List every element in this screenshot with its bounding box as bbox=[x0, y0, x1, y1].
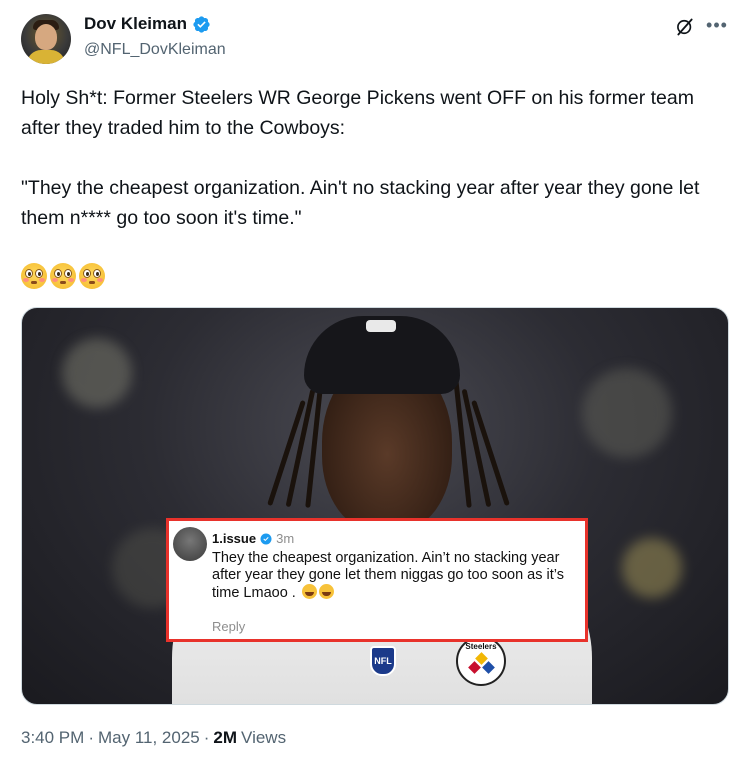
comment-reply-label: Reply bbox=[212, 619, 246, 634]
tweet-emojis bbox=[21, 263, 105, 289]
comment-text: They the cheapest organization. Ain’t no… bbox=[212, 550, 582, 602]
steelers-logo: Steelers bbox=[456, 636, 506, 686]
tweet: Dov Kleiman @NFL_DovKleiman ••• Holy Sh*… bbox=[0, 0, 747, 767]
author-display-name[interactable]: Dov Kleiman bbox=[84, 14, 187, 34]
views-count[interactable]: 2M bbox=[213, 728, 237, 748]
more-options-icon[interactable]: ••• bbox=[706, 14, 728, 36]
media-image[interactable]: NFL Steelers 1.issue 3m They the cheapes… bbox=[21, 307, 729, 705]
author-name-row: Dov Kleiman bbox=[84, 14, 211, 34]
highlighted-comment: 1.issue 3m They the cheapest organizatio… bbox=[166, 518, 588, 642]
author-avatar[interactable] bbox=[21, 14, 71, 64]
comment-username: 1.issue bbox=[212, 531, 257, 546]
comment-user-row: 1.issue 3m bbox=[212, 531, 294, 546]
meta-separator: · bbox=[88, 728, 94, 747]
grok-icon[interactable] bbox=[675, 17, 695, 37]
post-time[interactable]: 3:40 PM bbox=[21, 728, 84, 748]
tears-of-joy-emoji-icon bbox=[318, 584, 334, 599]
flushed-face-emoji-icon bbox=[50, 263, 76, 289]
steelers-logo-text: Steelers bbox=[465, 642, 497, 651]
comment-time: 3m bbox=[276, 531, 295, 546]
flushed-face-emoji-icon bbox=[21, 263, 47, 289]
post-date[interactable]: May 11, 2025 bbox=[98, 728, 200, 748]
comment-text-body: They the cheapest organization. Ain’t no… bbox=[212, 550, 564, 601]
comment-verified-icon bbox=[260, 533, 272, 544]
meta-separator: · bbox=[203, 728, 210, 747]
tweet-text: Holy Sh*t: Former Steelers WR George Pic… bbox=[21, 87, 700, 229]
comment-avatar bbox=[173, 527, 207, 561]
nfl-logo: NFL bbox=[370, 646, 396, 676]
tears-of-joy-emoji-icon bbox=[301, 584, 317, 599]
flushed-face-emoji-icon bbox=[79, 263, 105, 289]
author-handle[interactable]: @NFL_DovKleiman bbox=[84, 41, 226, 59]
verified-badge-icon[interactable] bbox=[192, 15, 211, 34]
tweet-meta: 3:40 PM · May 11, 2025 · 2M Views bbox=[21, 728, 286, 748]
views-label: Views bbox=[241, 728, 287, 747]
player-headband bbox=[304, 316, 460, 394]
